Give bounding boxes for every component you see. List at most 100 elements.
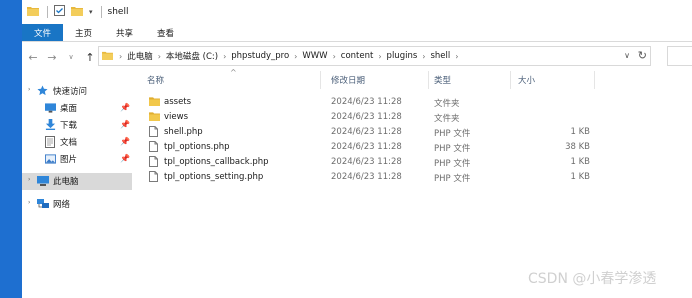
breadcrumb-local-disk[interactable]: 本地磁盘 (C:)	[163, 50, 221, 62]
file-name: views	[164, 112, 189, 122]
file-size: 1 KB	[570, 157, 590, 167]
chevron-down-icon[interactable]: ▾	[89, 8, 93, 16]
tab-home[interactable]: 主页	[63, 24, 104, 41]
computer-icon	[37, 176, 49, 189]
desktop-icon	[45, 103, 56, 116]
file-modified: 2024/6/23 11:28	[331, 142, 402, 152]
tab-view[interactable]: 查看	[145, 24, 186, 41]
explorer-window: ▾ shell 文件 主页 共享 查看 ← → ∨ ↑ › 此电脑 › 本地磁盘…	[22, 0, 692, 298]
quick-access-divider	[47, 6, 48, 18]
pin-icon[interactable]: 📌	[120, 103, 130, 112]
breadcrumb-content[interactable]: content	[338, 51, 377, 61]
address-bar[interactable]: › 此电脑 › 本地磁盘 (C:) › phpstudy_pro › WWW ›…	[98, 46, 651, 66]
network-icon	[37, 199, 49, 212]
file-modified: 2024/6/23 11:28	[331, 172, 402, 182]
column-header-type[interactable]: 类型	[434, 74, 451, 86]
file-row[interactable]: tpl_options_setting.php 2024/6/23 11:28 …	[134, 170, 594, 185]
nav-this-pc[interactable]: › 此电脑	[22, 173, 132, 190]
nav-item-documents[interactable]: 文档 📌	[22, 134, 132, 151]
folder-app-icon	[27, 5, 39, 19]
breadcrumb-chevron-icon[interactable]: ›	[221, 52, 228, 61]
column-header-row: 名称 修改日期 类型 大小	[134, 71, 692, 89]
nav-quick-access[interactable]: › 快速访问	[22, 83, 132, 100]
column-divider[interactable]	[510, 71, 511, 89]
file-name: assets	[164, 97, 192, 107]
file-type: 文件夹	[434, 99, 460, 109]
file-type: 文件夹	[434, 114, 460, 124]
breadcrumb-chevron-icon[interactable]: ›	[117, 52, 124, 61]
title-bar: ▾ shell	[22, 0, 692, 24]
breadcrumb-phpstudy-pro[interactable]: phpstudy_pro	[228, 51, 292, 61]
file-modified: 2024/6/23 11:28	[331, 157, 402, 167]
desktop-background-strip	[0, 0, 22, 298]
pin-icon[interactable]: 📌	[120, 120, 130, 129]
window-title: shell	[107, 7, 129, 17]
breadcrumb-www[interactable]: WWW	[299, 51, 330, 61]
nav-item-pictures[interactable]: 图片 📌	[22, 151, 132, 168]
nav-label: 文档	[60, 138, 78, 148]
download-icon	[45, 119, 56, 133]
breadcrumb-shell[interactable]: shell	[427, 51, 453, 61]
file-list: ^ 名称 修改日期 类型 大小 assets 2024/6/23 11:28 文…	[134, 68, 692, 298]
file-row[interactable]: views 2024/6/23 11:28 文件夹	[134, 110, 594, 125]
file-name: tpl_options.php	[164, 142, 230, 152]
nav-item-downloads[interactable]: 下载 📌	[22, 117, 132, 134]
forward-arrow-icon[interactable]: →	[44, 49, 60, 65]
star-icon	[37, 85, 48, 99]
breadcrumb-chevron-icon[interactable]: ›	[292, 52, 299, 61]
navigation-pane: › 快速访问 桌面 📌 下载 📌 文档 📌 图片 📌 › 此电脑 › 网络	[22, 80, 134, 298]
folder-icon	[149, 111, 160, 124]
php-file-icon	[149, 141, 158, 155]
search-input[interactable]	[667, 46, 692, 66]
column-header-size[interactable]: 大小	[518, 74, 535, 86]
breadcrumb-chevron-icon[interactable]: ›	[453, 52, 460, 61]
breadcrumb-chevron-icon[interactable]: ›	[420, 52, 427, 61]
nav-network[interactable]: › 网络	[22, 196, 132, 213]
new-folder-icon[interactable]	[71, 5, 83, 19]
breadcrumb-chevron-icon[interactable]: ›	[376, 52, 383, 61]
breadcrumb-plugins[interactable]: plugins	[384, 51, 421, 61]
nav-label: 下载	[60, 121, 78, 131]
column-divider[interactable]	[320, 71, 321, 89]
column-divider[interactable]	[594, 71, 595, 89]
column-header-modified[interactable]: 修改日期	[331, 74, 365, 86]
up-arrow-icon[interactable]: ↑	[82, 49, 98, 65]
file-type: PHP 文件	[434, 159, 471, 169]
column-divider[interactable]	[428, 71, 429, 89]
nav-label: 此电脑	[53, 177, 79, 187]
file-row[interactable]: shell.php 2024/6/23 11:28 PHP 文件 1 KB	[134, 125, 594, 140]
column-header-name[interactable]: 名称	[147, 74, 164, 86]
chevron-right-icon[interactable]: ›	[28, 176, 30, 183]
file-modified: 2024/6/23 11:28	[331, 112, 402, 122]
file-type: PHP 文件	[434, 144, 471, 154]
file-modified: 2024/6/23 11:28	[331, 127, 402, 137]
file-size: 38 KB	[565, 142, 590, 152]
php-file-icon	[149, 126, 158, 140]
watermark: CSDN @小春学渗透	[528, 271, 657, 287]
ribbon-tabs: 文件 主页 共享 查看	[22, 24, 692, 41]
file-row[interactable]: tpl_options_callback.php 2024/6/23 11:28…	[134, 155, 594, 170]
pin-icon[interactable]: 📌	[120, 154, 130, 163]
file-row[interactable]: tpl_options.php 2024/6/23 11:28 PHP 文件 3…	[134, 140, 594, 155]
title-divider	[100, 6, 102, 18]
breadcrumb-chevron-icon[interactable]: ›	[156, 52, 163, 61]
tab-file[interactable]: 文件	[22, 24, 64, 41]
recent-locations-icon[interactable]: ∨	[63, 49, 79, 65]
address-dropdown-icon[interactable]: ∨	[624, 51, 630, 60]
pin-icon[interactable]: 📌	[120, 137, 130, 146]
breadcrumb-chevron-icon[interactable]: ›	[331, 52, 338, 61]
nav-label: 图片	[60, 155, 78, 165]
chevron-right-icon[interactable]: ›	[28, 86, 30, 93]
back-arrow-icon[interactable]: ←	[25, 49, 41, 65]
ribbon-divider	[22, 41, 692, 42]
php-file-icon	[149, 171, 158, 185]
nav-label: 快速访问	[53, 87, 88, 97]
properties-icon[interactable]	[54, 5, 65, 19]
refresh-icon[interactable]: ↻	[638, 49, 647, 62]
tab-share[interactable]: 共享	[104, 24, 145, 41]
file-type: PHP 文件	[434, 174, 471, 184]
file-row[interactable]: assets 2024/6/23 11:28 文件夹	[134, 95, 594, 110]
nav-item-desktop[interactable]: 桌面 📌	[22, 100, 132, 117]
breadcrumb-this-pc[interactable]: 此电脑	[124, 50, 156, 62]
chevron-right-icon[interactable]: ›	[28, 199, 30, 206]
